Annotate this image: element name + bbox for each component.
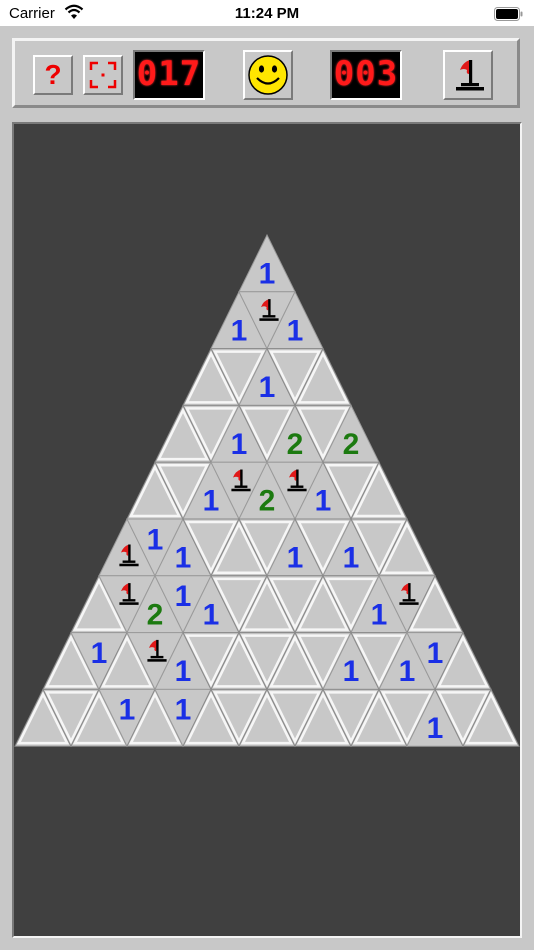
cell-number: 1 bbox=[315, 485, 332, 518]
board-cell[interactable]: 1 bbox=[238, 233, 296, 293]
cell-number: 1 bbox=[287, 314, 304, 347]
cell-number: 1 bbox=[259, 257, 276, 290]
help-icon: ? bbox=[44, 59, 62, 90]
cell-number: 1 bbox=[119, 694, 136, 727]
battery-icon bbox=[494, 7, 523, 21]
cell-number: 2 bbox=[259, 485, 276, 518]
help-button[interactable]: ? bbox=[33, 55, 73, 95]
clock: 11:24 PM bbox=[234, 5, 300, 22]
mines-remaining-counter: 017 bbox=[133, 50, 205, 100]
elapsed-time-counter: 003 bbox=[330, 50, 402, 100]
cell-number: 1 bbox=[175, 580, 192, 613]
cell-number: 1 bbox=[203, 485, 220, 518]
cell-number: 1 bbox=[343, 541, 360, 574]
cell-number: 1 bbox=[427, 712, 444, 745]
cell-number: 2 bbox=[147, 598, 164, 631]
game-window: ? 017 003 1 1 1 1 1 2 2 1 2 1 1 1 1 1 2 … bbox=[0, 26, 534, 950]
cell-number: 2 bbox=[287, 428, 304, 461]
cell-number: 1 bbox=[147, 523, 164, 556]
status-bar: Carrier 11:24 PM bbox=[0, 0, 534, 28]
cell-number: 1 bbox=[427, 637, 444, 670]
cell-number: 1 bbox=[259, 371, 276, 404]
cell-number: 1 bbox=[175, 694, 192, 727]
cell-number: 1 bbox=[175, 655, 192, 688]
new-game-button[interactable] bbox=[243, 50, 293, 100]
flag-mode-button[interactable] bbox=[443, 50, 493, 100]
game-toolbar: ? 017 003 bbox=[12, 38, 520, 108]
minefield[interactable]: 11111221211111211111111111 bbox=[12, 122, 522, 938]
triangle-grid[interactable]: 11 111 2 21 2 111 1 1211 111 1 111 11 bbox=[14, 124, 520, 936]
flag-icon bbox=[456, 60, 484, 91]
cell-number: 2 bbox=[343, 428, 360, 461]
cell-number: 1 bbox=[203, 598, 220, 631]
cell-number: 1 bbox=[371, 598, 388, 631]
cell-number: 1 bbox=[91, 637, 108, 670]
cell-number: 1 bbox=[231, 428, 248, 461]
focus-frame-icon bbox=[89, 61, 117, 89]
cell-number: 1 bbox=[175, 541, 192, 574]
zoom-fit-button[interactable] bbox=[83, 55, 123, 95]
cell-number: 1 bbox=[399, 655, 416, 688]
cell-number: 1 bbox=[343, 655, 360, 688]
cell-number: 1 bbox=[231, 314, 248, 347]
smiley-face-icon bbox=[248, 55, 288, 95]
cell-number: 1 bbox=[287, 541, 304, 574]
